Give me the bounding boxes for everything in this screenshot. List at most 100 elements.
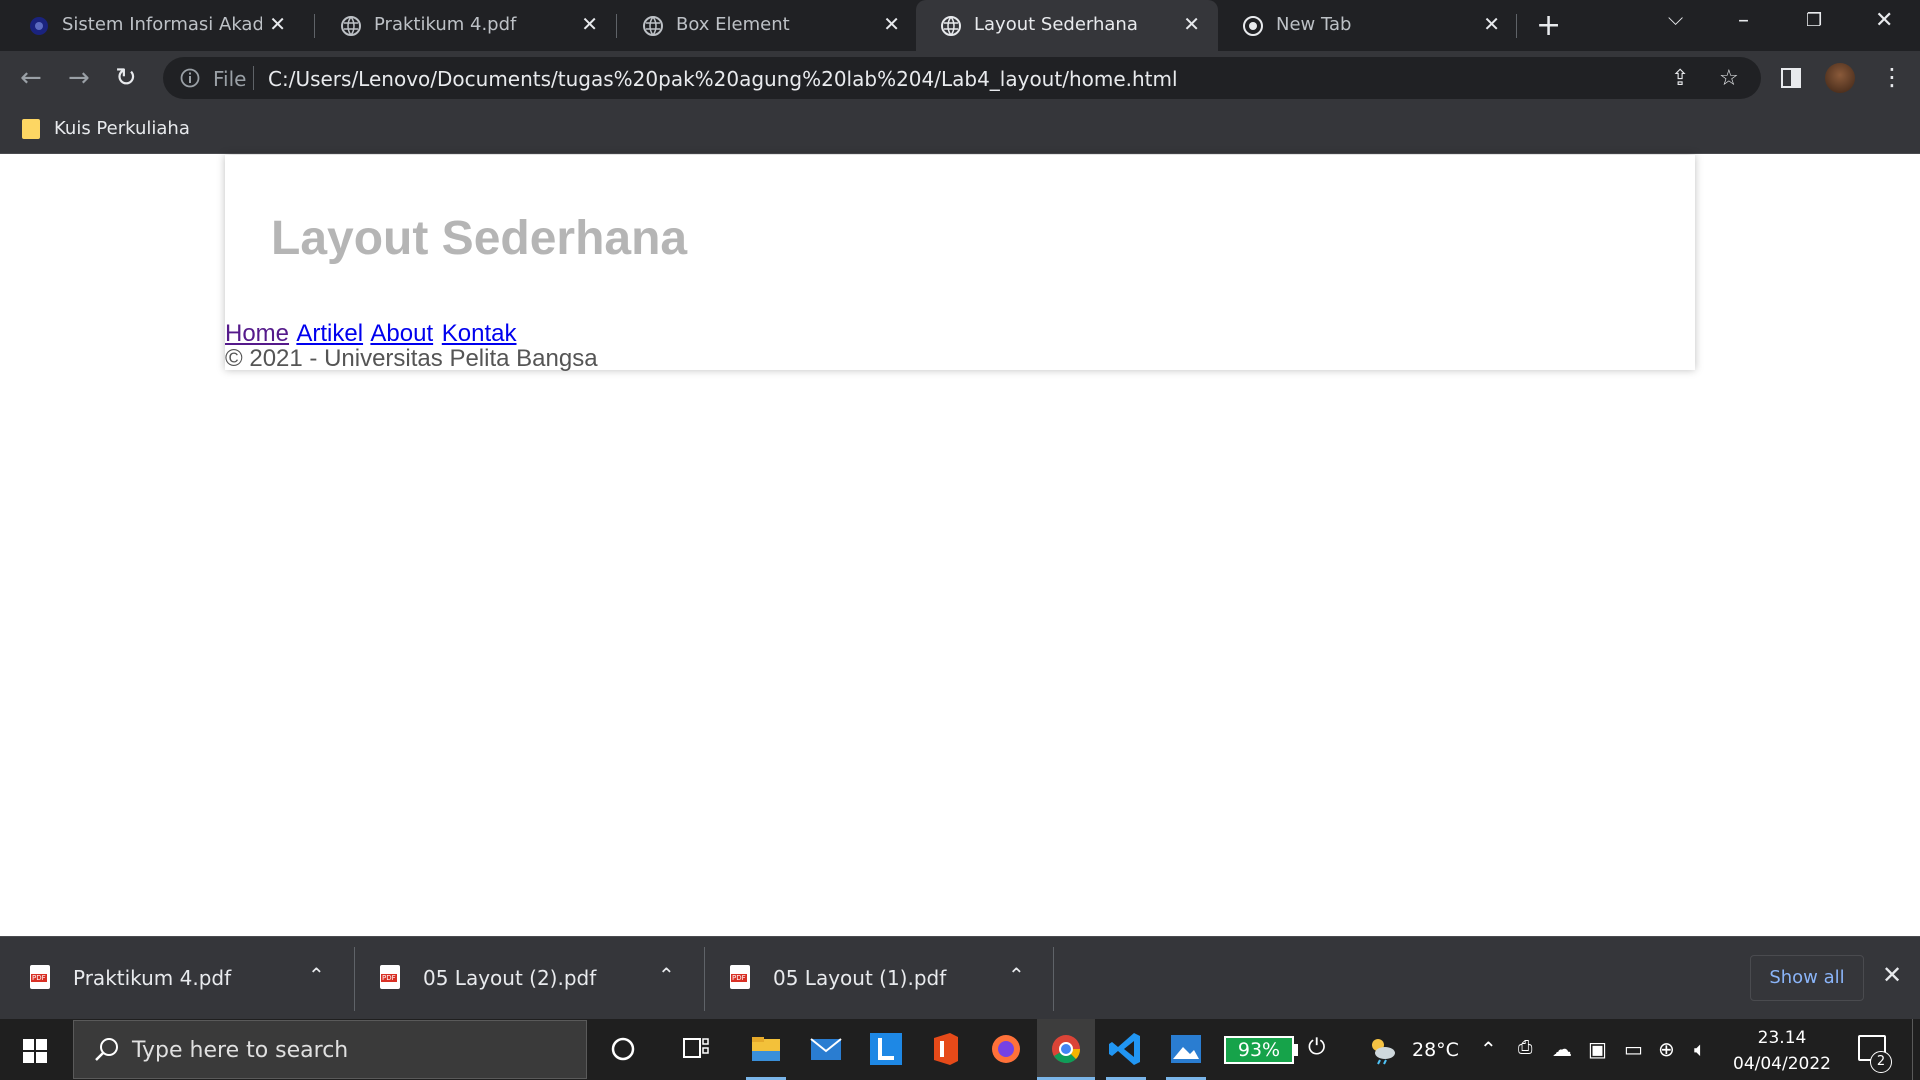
meet-now-icon[interactable]: ⎙ <box>1518 1037 1532 1058</box>
tab-divider <box>616 14 617 38</box>
download-filename: 05 Layout (2).pdf <box>423 966 597 990</box>
tab-new-tab[interactable]: New Tab ✕ <box>1218 0 1518 51</box>
close-icon[interactable]: ✕ <box>581 12 598 36</box>
notification-count-badge: 2 <box>1870 1051 1892 1073</box>
nav-link-artikel[interactable]: Artikel <box>296 320 363 347</box>
tab-praktikum-pdf[interactable]: Praktikum 4.pdf ✕ <box>316 0 616 51</box>
mail-icon[interactable] <box>806 1029 846 1069</box>
nav-link-about[interactable]: About <box>370 320 433 347</box>
close-icon[interactable]: ✕ <box>269 12 286 36</box>
more-menu-icon[interactable]: ⋮ <box>1880 63 1904 91</box>
tab-layout-sederhana[interactable]: Layout Sederhana ✕ <box>916 0 1218 51</box>
share-icon[interactable]: ⇪ <box>1671 66 1689 91</box>
tab-label: Praktikum 4.pdf <box>374 14 517 35</box>
chevron-up-icon[interactable]: ⌃ <box>1008 963 1025 987</box>
temperature-text[interactable]: 28°C <box>1412 1039 1459 1061</box>
clock-time: 23.14 <box>1757 1028 1807 1048</box>
footer-copyright: © 2021 - Universitas Pelita Bangsa <box>225 345 598 372</box>
weather-icon[interactable] <box>1366 1033 1398 1065</box>
page-viewport: Layout Sederhana Home Artikel About Kont… <box>0 155 1920 936</box>
forward-arrow-icon[interactable]: → <box>68 63 90 93</box>
battery-nub <box>1294 1044 1298 1056</box>
close-icon[interactable]: ✕ <box>1183 12 1200 36</box>
download-filename: Praktikum 4.pdf <box>73 966 232 990</box>
download-divider <box>1053 947 1054 1011</box>
show-desktop-button[interactable] <box>1912 1019 1913 1080</box>
download-item[interactable]: 05 Layout (1).pdf ⌃ <box>700 937 1050 1020</box>
close-icon[interactable]: ✕ <box>883 12 900 36</box>
search-icon <box>95 1038 118 1061</box>
download-filename: 05 Layout (1).pdf <box>773 966 947 990</box>
new-tab-plus-icon[interactable]: + <box>1536 8 1561 43</box>
onedrive-cloud-icon[interactable]: ☁ <box>1552 1037 1572 1061</box>
chrome-icon[interactable] <box>1046 1029 1086 1069</box>
firefox-icon[interactable] <box>986 1029 1026 1069</box>
download-item[interactable]: 05 Layout (2).pdf ⌃ <box>350 937 700 1020</box>
show-all-button[interactable]: Show all <box>1750 955 1864 1001</box>
bookmark-star-icon[interactable]: ☆ <box>1719 66 1739 91</box>
office-icon[interactable] <box>926 1029 966 1069</box>
vscode-icon[interactable] <box>1106 1029 1146 1069</box>
file-explorer-icon[interactable] <box>746 1029 786 1069</box>
tab-label: Sistem Informasi Akademik <box>62 14 262 35</box>
show-hidden-icons-chevron-icon[interactable]: ⌃ <box>1480 1037 1497 1061</box>
omnibox-divider <box>253 66 254 90</box>
page-title: Layout Sederhana <box>271 212 688 265</box>
chrome-icon <box>1243 16 1263 36</box>
tab-search-chevron-icon[interactable]: ⌵ <box>1668 6 1683 30</box>
download-item[interactable]: Praktikum 4.pdf ⌃ <box>0 937 350 1020</box>
volume-icon[interactable]: 🔈︎ <box>1694 1037 1706 1061</box>
task-view-icon[interactable] <box>676 1029 716 1069</box>
close-downloads-icon[interactable]: ✕ <box>1882 961 1902 989</box>
windows-start-icon[interactable] <box>23 1039 47 1063</box>
window-close-icon[interactable]: ✕ <box>1875 8 1893 33</box>
pdf-file-icon <box>380 965 400 989</box>
close-icon[interactable]: ✕ <box>1483 12 1500 36</box>
minimize-icon[interactable]: – <box>1738 8 1749 33</box>
tab-divider <box>1516 14 1517 38</box>
content-container: Layout Sederhana Home Artikel About Kont… <box>225 155 1695 372</box>
network-globe-icon[interactable]: ⊕ <box>1658 1037 1675 1061</box>
scheme-label: File <box>213 67 247 91</box>
tab-divider <box>314 14 315 38</box>
pdf-file-icon <box>30 965 50 989</box>
bookmark-label: Kuis Perkuliaha <box>54 118 190 139</box>
tab-strip: Sistem Informasi Akademik ✕ Praktikum 4.… <box>0 0 1920 51</box>
power-plug-icon: ⏻ <box>1308 1035 1326 1060</box>
bookmarks-bar: Kuis Perkuliaha <box>0 106 1920 154</box>
tab-label: Box Element <box>676 14 790 35</box>
clock-date: 04/04/2022 <box>1733 1054 1831 1074</box>
pdf-file-icon <box>730 965 750 989</box>
app-l-icon[interactable] <box>866 1029 906 1069</box>
taskbar-search-input[interactable]: Type here to search <box>73 1020 587 1079</box>
nav-link-home[interactable]: Home <box>225 320 289 347</box>
bookmark-item[interactable]: Kuis Perkuliaha <box>22 118 190 139</box>
photos-icon[interactable] <box>1166 1029 1206 1069</box>
tab-sistem-informasi[interactable]: Sistem Informasi Akademik ✕ <box>4 0 304 51</box>
main-nav: Home Artikel About Kontak <box>225 320 519 348</box>
profile-avatar[interactable] <box>1825 63 1855 93</box>
globe-icon <box>941 16 961 36</box>
info-icon[interactable] <box>179 67 201 89</box>
system-clock[interactable]: 23.14 04/04/2022 <box>1730 1025 1834 1077</box>
url-text[interactable]: C:/Users/Lenovo/Documents/tugas%20pak%20… <box>268 67 1178 91</box>
battery-indicator[interactable]: 93% <box>1224 1036 1294 1064</box>
chevron-up-icon[interactable]: ⌃ <box>308 963 325 987</box>
browser-toolbar: ← → ↻ File C:/Users/Lenovo/Documents/tug… <box>0 51 1920 106</box>
power-battery-tray-icon[interactable]: ▭ <box>1624 1037 1643 1061</box>
reload-icon[interactable]: ↻ <box>115 63 137 93</box>
back-arrow-icon[interactable]: ← <box>20 63 42 93</box>
bookmark-note-icon <box>22 118 40 139</box>
cortana-icon[interactable] <box>603 1029 643 1069</box>
chevron-up-icon[interactable]: ⌃ <box>658 963 675 987</box>
windows-taskbar: Type here to search 93% ⏻ 28°C ⌃ ⎙ ☁ ▣ ▭… <box>0 1019 1920 1080</box>
globe-icon <box>643 16 663 36</box>
nav-link-kontak[interactable]: Kontak <box>442 320 517 347</box>
tab-box-element[interactable]: Box Element ✕ <box>618 0 918 51</box>
restore-icon[interactable]: ❐ <box>1806 10 1822 31</box>
address-bar[interactable]: File C:/Users/Lenovo/Documents/tugas%20p… <box>163 57 1761 99</box>
side-panel-icon[interactable] <box>1780 67 1802 89</box>
display-settings-icon[interactable]: ▣ <box>1588 1037 1607 1061</box>
tab-label: New Tab <box>1276 14 1352 35</box>
search-placeholder: Type here to search <box>132 1038 349 1063</box>
